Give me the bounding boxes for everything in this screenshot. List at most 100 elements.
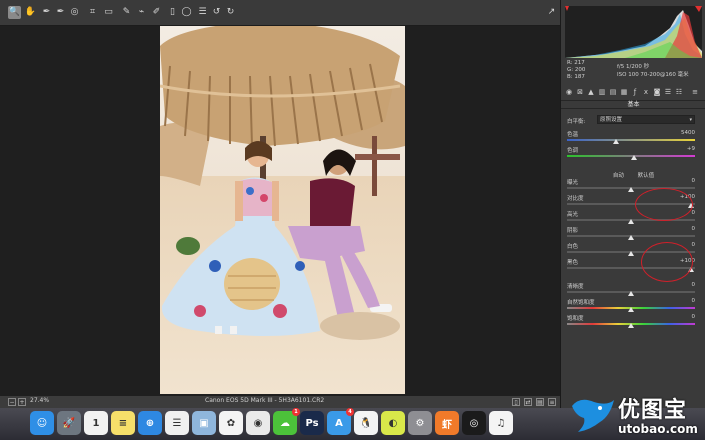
redeye-icon[interactable]: ⌁ — [135, 6, 148, 19]
slider-value[interactable]: +9 — [687, 146, 695, 152]
red-readout: R: 217 — [567, 60, 585, 66]
split-toning-tab-icon[interactable]: ▤ — [609, 88, 617, 96]
presets-icon[interactable]: ☰ — [196, 6, 209, 19]
slider-thumb[interactable] — [628, 323, 634, 328]
notification-badge: 1 — [292, 408, 300, 416]
compare-button[interactable]: ⇄ — [524, 398, 532, 406]
annotation-circle-contrast — [635, 188, 693, 221]
zoom-out-button[interactable]: − — [8, 398, 16, 406]
shadow-clip-indicator[interactable] — [565, 6, 569, 11]
highlight-clip-indicator[interactable] — [695, 6, 702, 12]
launchpad-icon[interactable]: 🚀 — [57, 411, 81, 435]
slider-thumb[interactable] — [628, 235, 634, 240]
preview-icon[interactable]: ▣ — [192, 411, 216, 435]
dock-glyph: ☺ — [36, 417, 48, 429]
blue-readout: B: 187 — [567, 74, 585, 80]
rotate-left-icon[interactable]: ↺ — [210, 6, 223, 19]
music-icon[interactable]: ♫ — [489, 411, 513, 435]
app-store-icon[interactable]: A4 — [327, 408, 354, 435]
auto-default-row: 自动 默认值 — [561, 171, 705, 179]
straighten-icon[interactable]: ▭ — [102, 6, 115, 19]
hsl-tab-icon[interactable]: ▥ — [598, 88, 606, 96]
lemon-icon[interactable]: ◐ — [381, 411, 405, 435]
slider-thumb[interactable] — [630, 155, 637, 160]
spot-removal-icon[interactable]: ✎ — [120, 6, 133, 19]
slider-value[interactable]: 0 — [692, 210, 696, 216]
slider-thumb[interactable] — [628, 307, 634, 312]
detail-tab-icon[interactable]: ▲ — [587, 88, 595, 96]
slider-thumb[interactable] — [612, 139, 619, 144]
auto-button[interactable]: 自动 — [613, 173, 624, 179]
slider-value[interactable]: 0 — [692, 298, 696, 304]
adjustment-panel: R: 217 G: 200 B: 187 f/5 1/200 秒 ISO 100… — [560, 0, 705, 408]
qq-icon[interactable]: 🐧 — [354, 411, 378, 435]
export-icon[interactable]: ↗ — [545, 6, 558, 19]
slider-label: 高光 — [567, 212, 579, 218]
basic-tab-icon[interactable]: ◉ — [565, 88, 573, 96]
camera-calibration-tab-icon[interactable]: ◙ — [653, 88, 661, 96]
color-sampler-icon[interactable]: ✒ — [54, 6, 67, 19]
slider-thumb[interactable] — [628, 219, 634, 224]
photo-preview[interactable] — [160, 26, 405, 394]
notification-badge: 4 — [346, 408, 354, 416]
slider-thumb[interactable] — [628, 251, 634, 256]
effects-tab-icon[interactable]: ƒ — [631, 88, 639, 96]
dock-glyph: ▣ — [199, 417, 209, 429]
snapshots-tab-icon[interactable]: ☷ — [675, 88, 683, 96]
presets-tab-icon[interactable]: ☰ — [664, 88, 672, 96]
adjustment-brush-icon[interactable]: ✐ — [150, 6, 163, 19]
slider-thumb[interactable] — [628, 187, 634, 192]
dock-glyph: ⚙ — [415, 417, 425, 429]
safari-icon[interactable]: ⊕ — [138, 411, 162, 435]
settings-button[interactable]: ≡ — [548, 398, 556, 406]
slider-thumb[interactable] — [628, 291, 634, 296]
dock-glyph: 🐧 — [359, 417, 373, 429]
graduated-filter-icon[interactable]: ▯ — [166, 6, 179, 19]
dock-glyph: 1 — [92, 417, 100, 429]
weibo-icon[interactable]: ◉ — [246, 411, 270, 435]
radial-filter-icon[interactable]: ◯ — [180, 6, 193, 19]
slider-value[interactable]: 5400 — [681, 130, 695, 136]
terminal-icon[interactable]: ◎ — [462, 411, 486, 435]
white-balance-select[interactable]: 原照设置 ▾ — [597, 115, 695, 124]
view-mode-button[interactable]: ▯ — [512, 398, 520, 406]
swap-button[interactable]: ▤ — [536, 398, 544, 406]
photo-image — [160, 26, 405, 394]
slider-track[interactable] — [567, 139, 695, 141]
hand-icon[interactable]: ✋ — [24, 6, 37, 19]
panel-menu-icon[interactable]: ≡ — [691, 88, 699, 96]
photos-icon[interactable]: ✿ — [219, 411, 243, 435]
wechat-icon[interactable]: ☁ 1 — [273, 408, 300, 435]
dock-glyph: 🚀 — [62, 417, 76, 429]
dock-glyph: ≡ — [118, 417, 128, 429]
slider-label: 黑色 — [567, 260, 579, 266]
camera-info: Canon EOS 5D Mark III - 5H3A6101.CR2 — [205, 397, 325, 404]
crop-icon[interactable]: ⌗ — [86, 6, 99, 19]
calendar-icon[interactable]: 1 — [84, 411, 108, 435]
targeted-adjust-icon[interactable]: ◎ — [68, 6, 81, 19]
notes-icon[interactable]: ≡ — [111, 411, 135, 435]
lens-tab-icon[interactable]: ▦ — [620, 88, 628, 96]
zoom-in-button[interactable]: + — [18, 398, 26, 406]
fx-tab-icon[interactable]: x — [642, 88, 650, 96]
xiami-icon[interactable]: 虾 — [435, 411, 459, 435]
default-button[interactable]: 默认值 — [638, 173, 655, 179]
rotate-right-icon[interactable]: ↻ — [224, 6, 237, 19]
slider-value[interactable]: 0 — [692, 314, 696, 320]
slider-value[interactable]: 0 — [692, 178, 696, 184]
reminders-icon[interactable]: ☰ — [165, 411, 189, 435]
finder-icon[interactable]: ☺ — [30, 411, 54, 435]
dock-glyph: ♫ — [496, 417, 506, 429]
slider-value[interactable]: 0 — [692, 282, 696, 288]
image-canvas[interactable] — [0, 26, 560, 396]
white-balance-icon[interactable]: ✒ — [40, 6, 53, 19]
system-preferences-icon[interactable]: ⚙ — [408, 411, 432, 435]
dock-glyph: ✿ — [226, 417, 236, 429]
zoom-level[interactable]: 27.4% — [30, 397, 49, 404]
tone-curve-tab-icon[interactable]: ⊠ — [576, 88, 584, 96]
slider-value[interactable]: 0 — [692, 226, 696, 232]
photoshop-icon[interactable]: Ps — [300, 411, 324, 435]
dock-glyph: ◐ — [388, 417, 398, 429]
slider-value[interactable]: 0 — [692, 242, 696, 248]
zoom-icon[interactable]: 🔍 — [8, 6, 21, 19]
